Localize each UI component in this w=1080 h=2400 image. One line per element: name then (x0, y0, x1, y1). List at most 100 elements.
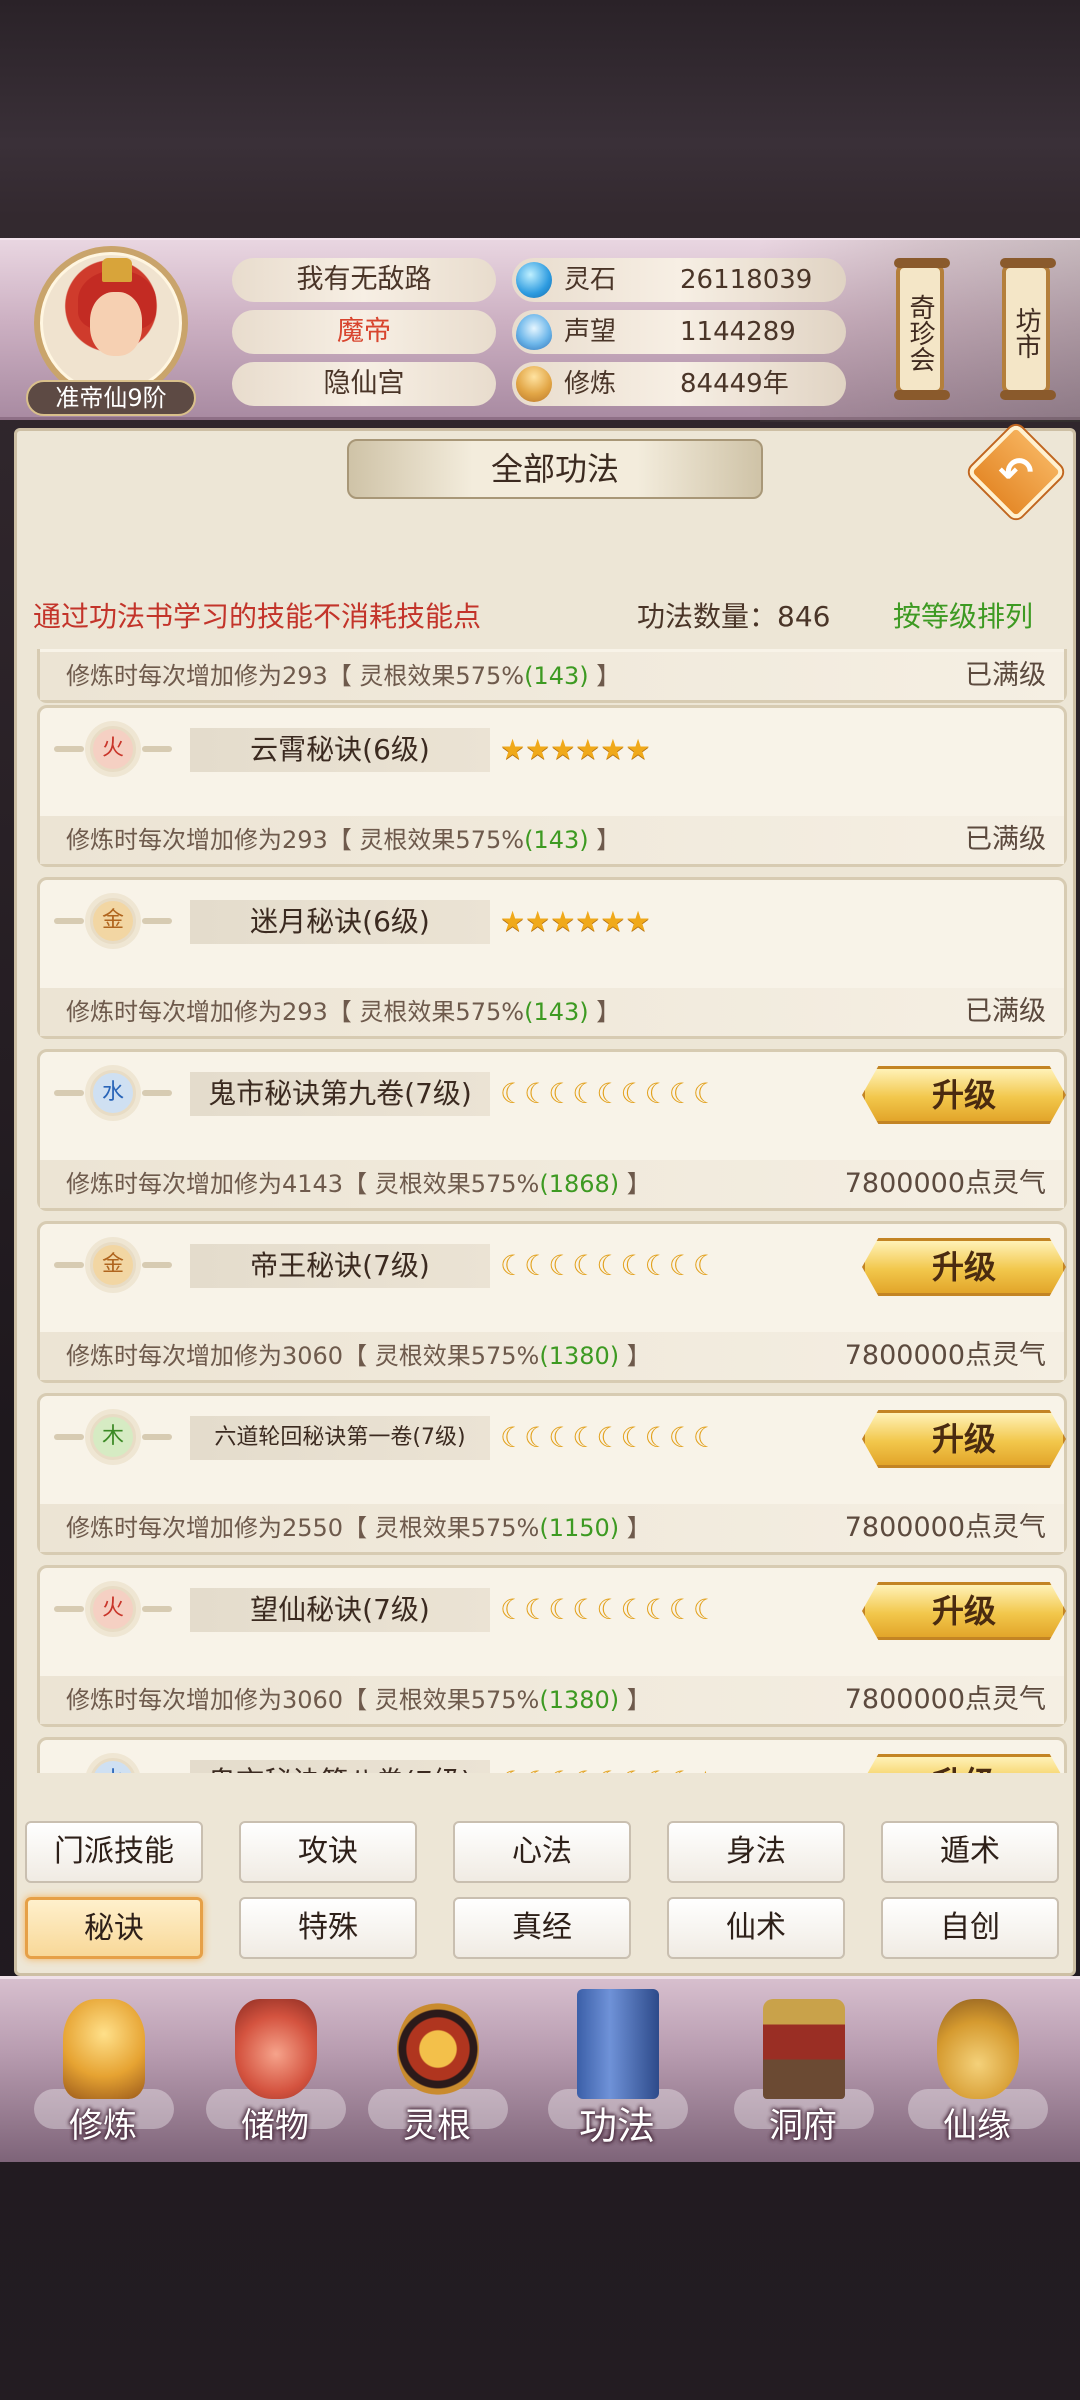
badge-wing-right (142, 1090, 172, 1096)
skill-count: 功法数量：846 (637, 600, 831, 633)
fire-element-icon: 火 (90, 1586, 136, 1632)
skill-name: 云霄秘诀(6级) (190, 728, 490, 772)
prestige-crystal-icon (516, 314, 552, 350)
badge-wing-right (142, 1262, 172, 1268)
metal-element-icon: 金 (90, 898, 136, 944)
skill-name: 六道轮回秘诀第一卷(7级) (190, 1416, 490, 1460)
nav-skills[interactable]: 功法 (542, 1989, 692, 2159)
badge-wing-right (142, 746, 172, 752)
moon-rating: ☾☾☾☾☾☾☾☾★ (500, 1762, 718, 1773)
upgrade-button[interactable]: 升级 (862, 1582, 1066, 1640)
skill-card: 修炼时每次增加修为293【 灵根效果575%(143) 】 已满级 (37, 649, 1067, 703)
avatar[interactable] (34, 246, 188, 400)
avatar-face (90, 292, 142, 356)
skill-desc-row: 修炼时每次增加修为293【 灵根效果575%(143) 】 已满级 (40, 988, 1064, 1036)
tab-secret[interactable]: 秘诀 (25, 1897, 203, 1959)
skill-desc-row: 修炼时每次增加修为3060【 灵根效果575%(1380) 】 7800000点… (40, 1332, 1064, 1380)
badge-wing-left (54, 746, 84, 752)
nav-cave[interactable]: 洞府 (728, 1989, 878, 2159)
upgrade-button[interactable]: 升级 (862, 1238, 1066, 1296)
upgrade-button[interactable]: 升级 (862, 1410, 1066, 1468)
crown-icon (102, 258, 132, 282)
sort-by-level-button[interactable]: 按等级排列 (893, 595, 1033, 639)
badge-wing-left (54, 1434, 84, 1440)
upgrade-cost: 7800000点灵气 (844, 1684, 1046, 1715)
skill-card[interactable]: 金 迷月秘诀(6级) ★★★★★★ 修炼时每次增加修为293【 灵根效果575%… (37, 877, 1067, 1039)
skill-list[interactable]: 修炼时每次增加修为293【 灵根效果575%(143) 】 已满级 火 云霄秘诀… (37, 649, 1067, 1773)
tab-movement[interactable]: 身法 (667, 1821, 845, 1883)
immortal-fate-icon (937, 1999, 1019, 2099)
badge-wing-right (142, 1434, 172, 1440)
badge-wing-right (142, 1606, 172, 1612)
skill-card[interactable]: 木 六道轮回秘诀第一卷(7级) ☾☾☾☾☾☾☾☾☾ 升级 修炼时每次增加修为25… (37, 1393, 1067, 1555)
upgrade-button[interactable]: 升级 (862, 1754, 1066, 1773)
scroll-cap-top (1000, 258, 1056, 268)
star-rating: ★★★★★★ (500, 733, 651, 766)
rank-label: 准帝仙9阶 (26, 380, 196, 416)
skills-panel: 全部功法 ↶ 通过功法书学习的技能不消耗技能点 功法数量：846 按等级排列 修… (14, 422, 1079, 1976)
badge-wing-right (142, 918, 172, 924)
water-element-icon: 水 (90, 1070, 136, 1116)
tab-attack[interactable]: 攻诀 (239, 1821, 417, 1883)
player-sect: 隐仙宫 (232, 362, 496, 406)
nav-spirit-root[interactable]: 灵根 (362, 1989, 512, 2159)
tab-scripture[interactable]: 真经 (453, 1897, 631, 1959)
nav-storage[interactable]: 储物 (200, 1989, 350, 2159)
game-screen: 准帝仙9阶 我有无敌路 魔帝 隐仙宫 灵石 26118039 声望 114428… (0, 0, 1080, 2400)
spirit-stone-icon (516, 262, 552, 298)
upgrade-cost: 7800000点灵气 (844, 1512, 1046, 1543)
skill-desc-row: 修炼时每次增加修为293【 灵根效果575%(143) 】 已满级 (40, 652, 1064, 700)
skill-book-icon (577, 1989, 659, 2099)
meditation-icon (516, 366, 552, 402)
skill-card[interactable]: 金 帝王秘诀(7级) ☾☾☾☾☾☾☾☾☾ 升级 修炼时每次增加修为3060【 灵… (37, 1221, 1067, 1383)
cave-dwelling-icon (763, 1999, 845, 2099)
nav-cultivation[interactable]: 修炼 (28, 1989, 178, 2159)
skill-name: 鬼市秘诀第八卷(7级) (190, 1760, 490, 1773)
skill-desc: 修炼时每次增加修为4143【 灵根效果575%(1868) 】 (66, 1170, 651, 1198)
upgrade-button[interactable]: 升级 (862, 1066, 1066, 1124)
moon-rating: ☾☾☾☾☾☾☾☾☾ (500, 1421, 718, 1454)
tab-escape[interactable]: 遁术 (881, 1821, 1059, 1883)
skill-desc: 修炼时每次增加修为293【 灵根效果575%(143) 】 (66, 826, 621, 854)
skill-name: 迷月秘诀(6级) (190, 900, 490, 944)
category-tabs: 门派技能 攻诀 心法 身法 遁术 秘诀 特殊 真经 仙术 自创 (17, 1821, 1079, 1971)
water-element-icon: 水 (90, 1758, 136, 1773)
skill-desc: 修炼时每次增加修为293【 灵根效果575%(143) 】 (66, 662, 621, 690)
tab-immortal-art[interactable]: 仙术 (667, 1897, 845, 1959)
prestige-row: 声望 1144289 (512, 310, 846, 354)
upgrade-cost: 7800000点灵气 (844, 1340, 1046, 1371)
nav-immortal-fate[interactable]: 仙缘 (902, 1989, 1052, 2159)
tab-sect-skills[interactable]: 门派技能 (25, 1821, 203, 1883)
player-name: 我有无敌路 (232, 258, 496, 302)
tab-mind[interactable]: 心法 (453, 1821, 631, 1883)
metal-element-icon: 金 (90, 1242, 136, 1288)
tab-special[interactable]: 特殊 (239, 1897, 417, 1959)
treasure-fair-button[interactable]: 奇珍会 (894, 258, 950, 400)
badge-wing-left (54, 1090, 84, 1096)
wood-element-icon: 木 (90, 1414, 136, 1460)
badge-wing-left (54, 918, 84, 924)
cultivation-row: 修炼 84449年 (512, 362, 846, 406)
skill-point-note: 通过功法书学习的技能不消耗技能点 (33, 600, 482, 633)
storage-bag-icon (235, 1999, 317, 2099)
moon-rating: ☾☾☾☾☾☾☾☾☾ (500, 1593, 718, 1626)
skill-desc: 修炼时每次增加修为3060【 灵根效果575%(1380) 】 (66, 1686, 651, 1714)
skill-desc-row: 修炼时每次增加修为2550【 灵根效果575%(1150) 】 7800000点… (40, 1504, 1064, 1552)
tab-self-created[interactable]: 自创 (881, 1897, 1059, 1959)
skill-desc-row: 修炼时每次增加修为4143【 灵根效果575%(1868) 】 7800000点… (40, 1160, 1064, 1208)
skill-status: 已满级 (965, 996, 1046, 1027)
player-header: 准帝仙9阶 我有无敌路 魔帝 隐仙宫 灵石 26118039 声望 114428… (0, 238, 1080, 422)
skill-card[interactable]: 水 鬼市秘诀第九卷(7级) ☾☾☾☾☾☾☾☾☾ 升级 修炼时每次增加修为4143… (37, 1049, 1067, 1211)
star-rating: ★★★★★★ (500, 905, 651, 938)
bottom-nav: 修炼 储物 灵根 功法 洞府 仙缘 (0, 1976, 1080, 2162)
skill-card[interactable]: 火 云霄秘诀(6级) ★★★★★★ 修炼时每次增加修为293【 灵根效果575%… (37, 705, 1067, 867)
skill-status: 已满级 (965, 660, 1046, 691)
avatar-area[interactable]: 准帝仙9阶 (26, 246, 196, 416)
skill-card[interactable]: 水 鬼市秘诀第八卷(7级) ☾☾☾☾☾☾☾☾★ 升级 (37, 1737, 1067, 1773)
skill-status: 已满级 (965, 824, 1046, 855)
scroll-cap-top (894, 258, 950, 268)
market-button[interactable]: 坊市 (1000, 258, 1056, 400)
player-title: 魔帝 (232, 310, 496, 354)
skill-card[interactable]: 火 望仙秘诀(7级) ☾☾☾☾☾☾☾☾☾ 升级 修炼时每次增加修为3060【 灵… (37, 1565, 1067, 1727)
badge-wing-left (54, 1262, 84, 1268)
